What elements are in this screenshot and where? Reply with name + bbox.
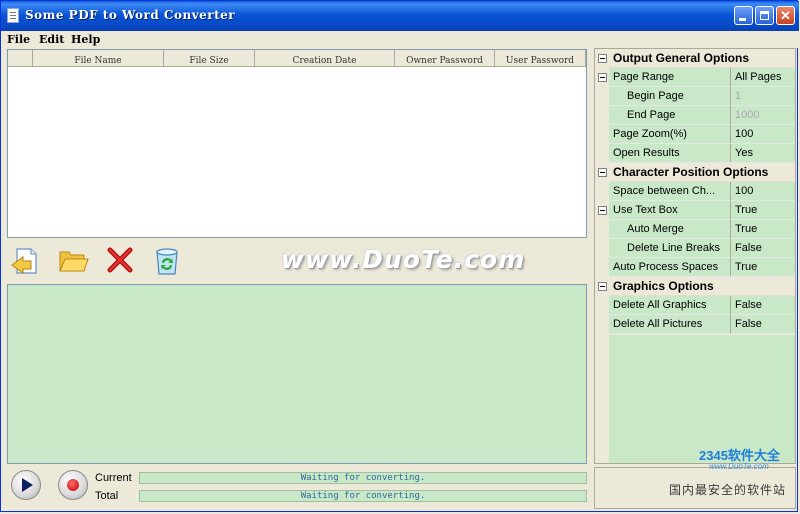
minimize-icon xyxy=(739,18,746,21)
column-header-user-password[interactable]: User Password xyxy=(495,50,586,66)
property-name: Page Range xyxy=(609,68,731,87)
column-header-creation-date[interactable]: Creation Date xyxy=(255,50,395,66)
conversion-log-panel[interactable] xyxy=(7,284,587,464)
category-label: Output General Options xyxy=(609,49,795,68)
watermark-text: www.DuoTe.com xyxy=(281,245,526,274)
column-header-file-name[interactable]: File Name xyxy=(33,50,164,66)
property-name: Delete All Graphics xyxy=(609,296,731,315)
property-name: Auto Process Spaces xyxy=(609,258,731,277)
property-value[interactable]: True xyxy=(731,220,795,239)
window-title: Some PDF to Word Converter xyxy=(25,8,236,22)
add-file-button[interactable] xyxy=(9,243,43,277)
collapse-icon[interactable] xyxy=(598,168,607,177)
menu-edit[interactable]: Edit xyxy=(39,33,64,46)
property-value[interactable]: False xyxy=(731,239,795,258)
collapse-icon[interactable] xyxy=(598,54,607,63)
property-name: Use Text Box xyxy=(609,201,731,220)
logo-slogan: 国内最安全的软件站 xyxy=(669,483,787,497)
property-name: Page Zoom(%) xyxy=(609,125,731,144)
maximize-icon xyxy=(760,11,769,20)
category-row[interactable]: Output General Options xyxy=(595,49,795,68)
stop-convert-button[interactable] xyxy=(58,470,88,500)
options-property-grid: Output General Options Page Range All Page… xyxy=(594,48,796,464)
property-name: Delete All Pictures xyxy=(609,315,731,334)
open-folder-button[interactable] xyxy=(56,243,90,277)
column-header-file-size[interactable]: File Size xyxy=(164,50,255,66)
current-progress-label: Current xyxy=(95,472,132,484)
title-bar[interactable]: Some PDF to Word Converter ✕ xyxy=(1,1,799,31)
property-value[interactable]: False xyxy=(731,315,795,334)
property-value[interactable]: 100 xyxy=(731,182,795,201)
property-row[interactable]: Space between Ch... 100 xyxy=(595,182,795,201)
menu-bar: File Edit Help xyxy=(1,31,799,48)
property-name: Open Results xyxy=(609,144,731,163)
progress-panel: Current Total Waiting for converting. Wa… xyxy=(7,467,587,509)
property-row[interactable]: Use Text Box True xyxy=(595,201,795,220)
app-window: Some PDF to Word Converter ✕ File Edit H… xyxy=(0,0,799,512)
collapse-icon[interactable] xyxy=(598,73,607,82)
close-button[interactable]: ✕ xyxy=(776,6,795,25)
table-header: File Name File Size Creation Date Owner … xyxy=(8,50,586,67)
logo-url: www.DuoTe.com xyxy=(709,462,769,471)
menu-file[interactable]: File xyxy=(7,33,30,46)
property-row[interactable]: End Page 1000 xyxy=(595,106,795,125)
property-row[interactable]: Delete All Graphics False xyxy=(595,296,795,315)
collapse-icon[interactable] xyxy=(598,282,607,291)
category-label: Graphics Options xyxy=(609,277,795,296)
property-row[interactable]: Delete Line Breaks False xyxy=(595,239,795,258)
category-label: Character Position Options xyxy=(609,163,795,182)
collapse-icon[interactable] xyxy=(598,206,607,215)
property-row[interactable]: Begin Page 1 xyxy=(595,87,795,106)
total-progress-bar: Waiting for converting. xyxy=(139,490,587,502)
open-folder-icon xyxy=(59,251,89,272)
property-name: Auto Merge xyxy=(609,220,731,239)
menu-help[interactable]: Help xyxy=(71,33,100,46)
recycle-bin-button[interactable] xyxy=(150,243,184,277)
document-icon xyxy=(7,8,19,23)
menu-file-label: File xyxy=(7,33,31,46)
table-body[interactable] xyxy=(8,67,586,237)
record-stop-icon xyxy=(67,479,79,491)
maximize-button[interactable] xyxy=(755,6,774,25)
property-name: End Page xyxy=(609,106,731,125)
column-header-select[interactable] xyxy=(8,50,33,66)
category-row[interactable]: Character Position Options xyxy=(595,163,795,182)
add-file-icon xyxy=(11,248,37,274)
recycle-bin-icon xyxy=(156,248,178,275)
property-row[interactable]: Open Results Yes xyxy=(595,144,795,163)
property-name: Delete Line Breaks xyxy=(609,239,731,258)
grid-empty-area xyxy=(609,335,795,463)
property-value[interactable]: 1 xyxy=(731,87,795,106)
site-logo: 2345软件大全 www.DuoTe.com 国内最安全的软件站 xyxy=(669,445,799,511)
total-progress-label: Total xyxy=(95,490,119,502)
file-list-table[interactable]: File Name File Size Creation Date Owner … xyxy=(7,49,587,238)
menu-help-label: Help xyxy=(71,33,101,46)
menu-edit-label: Edit xyxy=(39,33,65,46)
property-value[interactable]: False xyxy=(731,296,795,315)
property-row[interactable]: Delete All Pictures False xyxy=(595,315,795,334)
property-row[interactable]: Auto Process Spaces True xyxy=(595,258,795,277)
delete-icon xyxy=(107,247,133,273)
current-progress-bar: Waiting for converting. xyxy=(139,472,587,484)
property-value[interactable]: All Pages xyxy=(731,68,795,87)
close-icon: ✕ xyxy=(780,8,791,23)
property-name: Begin Page xyxy=(609,87,731,106)
property-value[interactable]: 1000 xyxy=(731,106,795,125)
property-row[interactable]: Auto Merge True xyxy=(595,220,795,239)
property-value[interactable]: Yes xyxy=(731,144,795,163)
minimize-button[interactable] xyxy=(734,6,753,25)
play-icon xyxy=(22,478,33,492)
start-convert-button[interactable] xyxy=(11,470,41,500)
property-value[interactable]: 100 xyxy=(731,125,795,144)
property-value[interactable]: True xyxy=(731,258,795,277)
property-row[interactable]: Page Zoom(%) 100 xyxy=(595,125,795,144)
column-header-owner-password[interactable]: Owner Password xyxy=(395,50,495,66)
delete-button[interactable] xyxy=(103,243,137,277)
category-row[interactable]: Graphics Options xyxy=(595,277,795,296)
property-name: Space between Ch... xyxy=(609,182,731,201)
property-value[interactable]: True xyxy=(731,201,795,220)
property-row[interactable]: Page Range All Pages xyxy=(595,68,795,87)
